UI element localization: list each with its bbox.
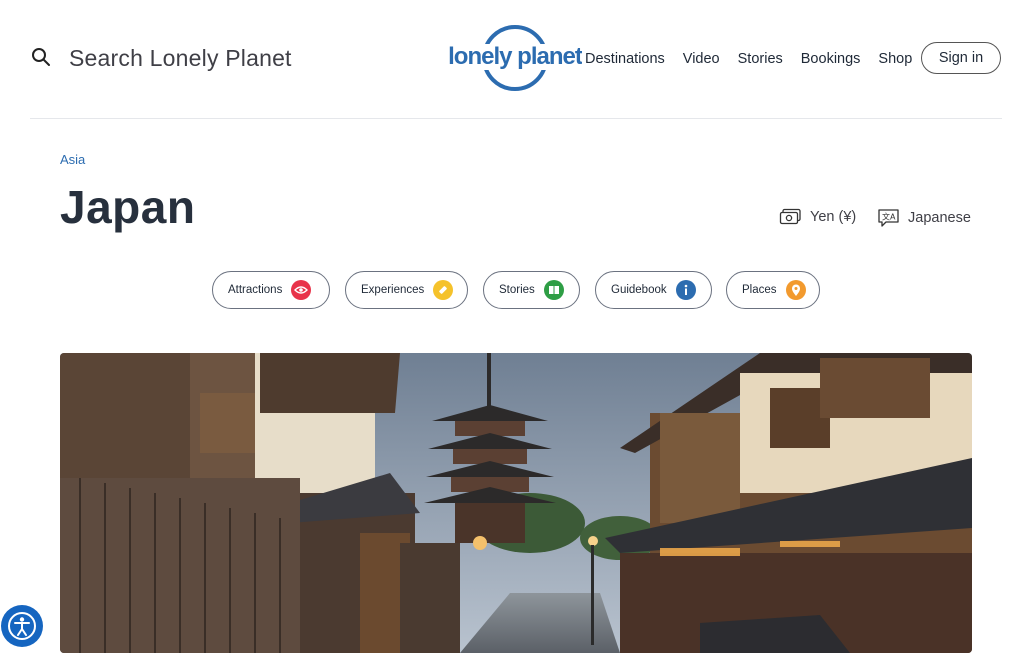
eye-icon [291,280,312,300]
currency-info: Yen (¥) [779,208,856,225]
search-icon[interactable] [30,46,52,68]
map-pin-icon [785,280,806,300]
pill-stories[interactable]: Stories [483,271,580,309]
language-label: Japanese [908,209,971,226]
nav-stories[interactable]: Stories [738,51,783,67]
pill-places-label: Places [742,284,777,296]
currency-label: Yen (¥) [810,208,857,225]
nav-shop[interactable]: Shop [878,51,912,67]
nav-destinations[interactable]: Destinations [585,51,665,67]
pill-places[interactable]: Places [726,271,820,309]
pill-experiences[interactable]: Experiences [345,271,468,309]
accessibility-icon [8,612,36,640]
svg-text:文: 文 [882,212,890,222]
nav-bookings[interactable]: Bookings [801,51,861,67]
book-icon [543,280,564,300]
pill-attractions-label: Attractions [228,284,283,296]
breadcrumb[interactable]: Asia [60,152,85,167]
sign-in-button[interactable]: Sign in [921,42,1001,74]
site-header: Search Lonely Planet lonely planet Desti… [0,0,1024,118]
money-icon [779,208,801,225]
svg-text:lonely planet: lonely planet [448,43,582,70]
nav-video[interactable]: Video [683,51,720,67]
svg-text:A: A [890,213,896,222]
pill-experiences-label: Experiences [361,284,425,296]
language-info: 文 A Japanese [877,208,971,227]
pill-attractions[interactable]: Attractions [212,271,330,309]
info-icon [675,280,696,300]
hero-photo-illustration [60,353,972,653]
main-nav: Destinations Video Stories Bookings Shop [585,51,930,67]
pill-guidebook-label: Guidebook [611,284,667,296]
translate-icon: 文 A [878,209,899,227]
search-input[interactable]: Search Lonely Planet [69,45,292,72]
page-title: Japan [60,181,196,233]
lonely-planet-logo[interactable]: lonely planet [448,24,582,92]
hero-image [60,353,972,653]
header-divider [30,118,1002,119]
pill-guidebook[interactable]: Guidebook [595,271,712,309]
pill-stories-label: Stories [499,284,535,296]
accessibility-button[interactable] [1,605,43,647]
ticket-icon [433,280,454,300]
